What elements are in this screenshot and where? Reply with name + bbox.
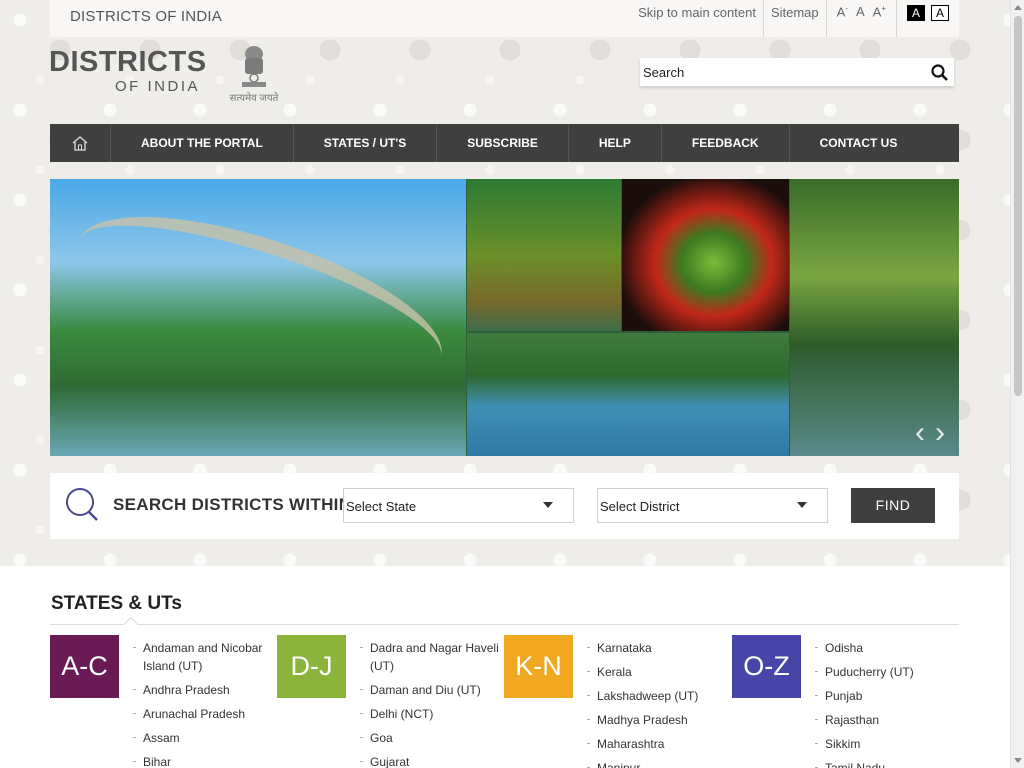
state-select[interactable]: Select State bbox=[343, 488, 574, 523]
states-title: STATES & UTs bbox=[51, 593, 182, 614]
group-tile-k-n[interactable]: K-N bbox=[504, 635, 573, 698]
search-input[interactable] bbox=[640, 58, 910, 86]
hero-banner: ‹ › bbox=[50, 179, 959, 456]
chevron-down-icon bbox=[543, 502, 553, 508]
state-link[interactable]: Delhi (NCT) bbox=[360, 705, 514, 723]
state-select-value: Select State bbox=[346, 499, 417, 514]
state-link[interactable]: Gujarat bbox=[360, 753, 514, 768]
group-tile-o-z[interactable]: O-Z bbox=[732, 635, 801, 698]
state-link[interactable]: Andaman and Nicobar Island (UT) bbox=[133, 639, 287, 675]
site-label: DISTRICTS OF INDIA bbox=[70, 8, 222, 25]
divider-notch bbox=[123, 616, 139, 632]
state-link[interactable]: Goa bbox=[360, 729, 514, 747]
state-link[interactable]: Bihar bbox=[133, 753, 287, 768]
sitemap-link[interactable]: Sitemap bbox=[764, 0, 827, 37]
banner-photo-kathakali bbox=[622, 179, 789, 331]
emblem-motto: सत्यमेव जयते bbox=[229, 93, 279, 104]
font-decrease-button[interactable]: A- bbox=[837, 4, 848, 37]
scroll-down-icon[interactable] bbox=[1014, 758, 1022, 763]
banner-photo-canoe bbox=[790, 179, 959, 456]
state-link[interactable]: Arunachal Pradesh bbox=[133, 705, 287, 723]
state-link[interactable]: Lakshadweep (UT) bbox=[587, 687, 741, 705]
nav-about-portal[interactable]: ABOUT THE PORTAL bbox=[111, 124, 294, 162]
search-icon[interactable] bbox=[931, 64, 948, 81]
state-list-k-n: Karnataka Kerala Lakshadweep (UT) Madhya… bbox=[587, 639, 741, 768]
state-link[interactable]: Maharashtra bbox=[587, 735, 741, 753]
font-size-controls: A- A A+ bbox=[827, 0, 897, 37]
logo-main-text: DISTRICTS bbox=[49, 46, 207, 78]
contrast-controls: A A bbox=[897, 0, 959, 37]
state-link[interactable]: Kerala bbox=[587, 663, 741, 681]
main-nav: ABOUT THE PORTAL STATES / UT'S SUBSCRIBE… bbox=[50, 124, 959, 162]
state-list-d-j: Dadra and Nagar Haveli (UT) Daman and Di… bbox=[360, 639, 514, 768]
font-increase-button[interactable]: A+ bbox=[873, 4, 886, 37]
banner-photo-houseboat bbox=[467, 179, 621, 331]
state-link[interactable]: Manipur bbox=[587, 759, 741, 768]
state-link[interactable]: Assam bbox=[133, 729, 287, 747]
district-search-panel: SEARCH DISTRICTS WITHIN Select State Sel… bbox=[50, 473, 959, 539]
district-search-title: SEARCH DISTRICTS WITHIN bbox=[113, 495, 352, 514]
states-section: STATES & UTs A-C Andaman and Nicobar Isl… bbox=[0, 566, 1010, 768]
font-normal-button[interactable]: A bbox=[856, 4, 865, 37]
skip-to-content-link[interactable]: Skip to main content bbox=[631, 0, 764, 37]
district-select[interactable]: Select District bbox=[597, 488, 828, 523]
normal-contrast-button[interactable]: A bbox=[931, 5, 949, 21]
state-link[interactable]: Punjab bbox=[815, 687, 969, 705]
state-link[interactable]: Karnataka bbox=[587, 639, 741, 657]
state-link[interactable]: Dadra and Nagar Haveli (UT) bbox=[360, 639, 514, 675]
state-list-o-z: Odisha Puducherry (UT) Punjab Rajasthan … bbox=[815, 639, 969, 768]
state-list-a-c: Andaman and Nicobar Island (UT) Andhra P… bbox=[133, 639, 287, 768]
state-link[interactable]: Rajasthan bbox=[815, 711, 969, 729]
magnifier-icon bbox=[66, 488, 98, 521]
state-link[interactable]: Puducherry (UT) bbox=[815, 663, 969, 681]
page-scrollbar[interactable] bbox=[1010, 0, 1024, 768]
group-tile-d-j[interactable]: D-J bbox=[277, 635, 346, 698]
slider-prev-icon[interactable]: ‹ bbox=[915, 418, 925, 448]
banner-photo-snake-boat bbox=[467, 333, 789, 456]
state-link[interactable]: Daman and Diu (UT) bbox=[360, 681, 514, 699]
nav-subscribe[interactable]: SUBSCRIBE bbox=[437, 124, 569, 162]
scroll-thumb[interactable] bbox=[1014, 16, 1022, 396]
state-link[interactable]: Odisha bbox=[815, 639, 969, 657]
nav-feedback[interactable]: FEEDBACK bbox=[662, 124, 790, 162]
national-emblem: सत्यमेव जयते bbox=[224, 44, 284, 106]
high-contrast-button[interactable]: A bbox=[907, 5, 925, 21]
site-search bbox=[640, 58, 954, 86]
nav-help[interactable]: HELP bbox=[569, 124, 662, 162]
state-link[interactable]: Madhya Pradesh bbox=[587, 711, 741, 729]
logo-sub-text: OF INDIA bbox=[115, 78, 201, 95]
nav-contact-us[interactable]: CONTACT US bbox=[790, 124, 928, 162]
top-links: Skip to main content Sitemap A- A A+ A A bbox=[631, 0, 959, 37]
nav-home[interactable] bbox=[50, 124, 111, 162]
emblem-icon bbox=[242, 46, 266, 87]
group-tile-a-c[interactable]: A-C bbox=[50, 635, 119, 698]
district-select-value: Select District bbox=[600, 499, 680, 514]
find-button[interactable]: FIND bbox=[851, 488, 935, 523]
banner-photo-backwaters bbox=[50, 179, 466, 456]
home-icon bbox=[72, 135, 88, 151]
state-link[interactable]: Andhra Pradesh bbox=[133, 681, 287, 699]
state-link[interactable]: Sikkim bbox=[815, 735, 969, 753]
scroll-up-icon[interactable] bbox=[1014, 5, 1022, 10]
slider-controls: ‹ › bbox=[915, 418, 945, 448]
nav-states-uts[interactable]: STATES / UT'S bbox=[294, 124, 438, 162]
site-logo[interactable]: DISTRICTS OF INDIA bbox=[49, 47, 207, 95]
slider-next-icon[interactable]: › bbox=[935, 418, 945, 448]
state-link[interactable]: Tamil Nadu bbox=[815, 759, 969, 768]
section-divider bbox=[50, 624, 959, 625]
top-bar: DISTRICTS OF INDIA Skip to main content … bbox=[50, 0, 959, 37]
chevron-down-icon bbox=[797, 502, 807, 508]
